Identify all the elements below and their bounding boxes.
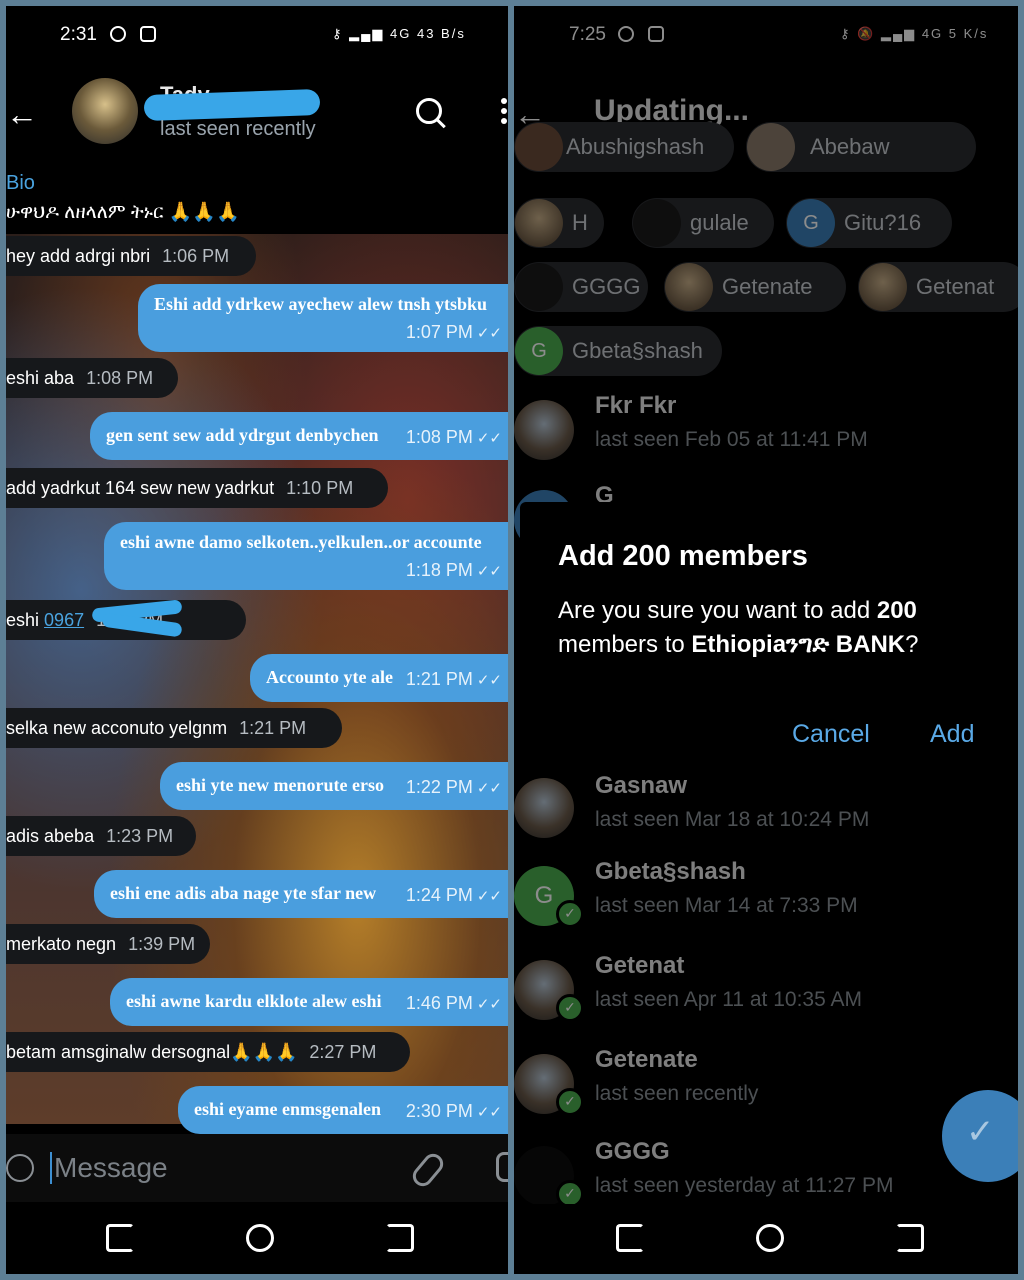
add-button[interactable]: Add	[930, 720, 974, 749]
message-input[interactable]: Message	[54, 1152, 168, 1184]
message-time: 1:22 PM	[405, 777, 473, 797]
message-text: Eshi add ydrkew ayechew alew tnsh ytsbku	[154, 294, 488, 314]
message-text: add yadrkut 164 sew new yadrkut	[6, 478, 275, 498]
home-button[interactable]	[756, 1224, 784, 1252]
back-button[interactable]	[386, 1224, 414, 1252]
message-text: eshi yte new menorute erso	[176, 775, 384, 795]
message-text: eshi awne kardu elklote alew eshi	[126, 991, 382, 1011]
message-bubble-incoming[interactable]: betam amsginalw dersognal🙏🙏🙏 2:27 PM	[6, 1032, 410, 1072]
dialog-text-suffix: ?	[905, 631, 919, 658]
phone-link[interactable]: 0967	[44, 610, 84, 630]
avatar[interactable]	[72, 78, 138, 144]
bio-label: Bio	[6, 172, 35, 194]
message-time: 1:08 PM	[86, 368, 154, 388]
text-cursor	[50, 1152, 52, 1184]
system-nav-bar	[6, 1204, 508, 1274]
double-check-icon: ✓✓	[476, 1103, 502, 1121]
message-text: eshi eyame enmsgenalen	[194, 1099, 381, 1119]
message-text: Accounto yte ale	[266, 667, 393, 687]
double-check-icon: ✓✓	[476, 779, 502, 797]
message-text: betam amsginalw dersognal🙏🙏🙏	[6, 1042, 298, 1062]
status-time: 2:31	[60, 24, 97, 45]
status-bar: 2:31 ⚷ ▂▄▆ 4G 43 B/s	[6, 6, 508, 62]
app-icon	[140, 26, 156, 42]
message-bubble-outgoing[interactable]: eshi eyame enmsgenalen 2:30 PM ✓✓	[178, 1086, 508, 1134]
cancel-button[interactable]: Cancel	[792, 720, 870, 749]
message-bubble-outgoing[interactable]: eshi yte new menorute erso 1:22 PM ✓✓	[160, 762, 508, 810]
message-bubble-outgoing[interactable]: Eshi add ydrkew ayechew alew tnsh ytsbku…	[138, 284, 508, 352]
dialog-count: 200	[876, 597, 917, 624]
message-time: 1:23 PM	[106, 826, 174, 846]
message-bubble-outgoing[interactable]: eshi ene adis aba nage yte sfar new 1:24 …	[94, 870, 508, 918]
checkmark-icon: ✓	[966, 1112, 995, 1152]
redaction-scribble	[143, 88, 321, 122]
message-text: hey add adrgi nbri	[6, 246, 151, 266]
more-options-icon[interactable]	[501, 98, 507, 128]
double-check-icon: ✓✓	[476, 562, 502, 580]
dialog-text-prefix: Are you sure you want to add	[558, 597, 877, 624]
double-check-icon: ✓✓	[476, 429, 502, 447]
message-time: 1:07 PM	[405, 322, 473, 342]
message-bubble-incoming[interactable]: merkato negn 1:39 PM	[6, 924, 210, 964]
message-bubble-incoming[interactable]: selka new acconuto yelgnm 1:21 PM	[6, 708, 342, 748]
key-icon: ⚷	[332, 26, 344, 41]
message-bubble-incoming[interactable]: eshi aba 1:08 PM	[6, 358, 178, 398]
message-time: 1:21 PM	[239, 718, 307, 738]
message-text: eshi awne damo selkoten..yelkulen..or ac…	[120, 532, 482, 552]
message-text: eshi aba	[6, 368, 75, 388]
search-icon[interactable]	[416, 98, 442, 124]
emoji-icon[interactable]	[6, 1154, 34, 1182]
message-bubble-incoming[interactable]: hey add adrgi nbri 1:06 PM	[6, 236, 256, 276]
home-button[interactable]	[246, 1224, 274, 1252]
chat-screen: 2:31 ⚷ ▂▄▆ 4G 43 B/s ← Tady last seen re…	[6, 6, 508, 1274]
dialog-title: Add 200 members	[558, 540, 808, 572]
add-members-screen: 7:25 ⚷ 🔕 ▂▄▆ 4G 5 K/s ← Updating... Abus…	[514, 6, 1018, 1274]
message-time: 1:39 PM	[128, 934, 196, 954]
chat-status: last seen recently	[160, 118, 316, 140]
recent-apps-button[interactable]	[106, 1224, 134, 1252]
add-icon	[110, 26, 126, 42]
confirm-dialog: Add 200 members Are you sure you want to…	[520, 502, 1018, 770]
message-bubble-outgoing[interactable]: gen sent sew add ydrgut denbychen 1:08 PM…	[90, 412, 508, 460]
dialog-group-name: Ethiopiaንግድ BANK	[691, 631, 906, 658]
message-bubble-outgoing[interactable]: eshi awne damo selkoten..yelkulen..or ac…	[104, 522, 508, 590]
double-check-icon: ✓✓	[476, 324, 502, 342]
dialog-text-mid: members to	[558, 631, 692, 658]
message-time: 1:10 PM	[286, 478, 354, 498]
message-text: eshi ene adis aba nage yte sfar new	[110, 883, 377, 903]
message-time: 1:18 PM	[405, 560, 473, 580]
message-time: 1:46 PM	[405, 993, 473, 1013]
message-time: 2:27 PM	[309, 1042, 377, 1062]
system-nav-bar	[514, 1204, 1018, 1274]
message-time: 1:24 PM	[405, 885, 473, 905]
message-text: selka new acconuto yelgnm	[6, 718, 228, 738]
message-time: 2:30 PM	[405, 1101, 473, 1121]
dialog-message: Are you sure you want to add 200 members…	[558, 594, 998, 662]
message-time: 1:06 PM	[162, 246, 230, 266]
message-bubble-outgoing[interactable]: Accounto yte ale 1:21 PM ✓✓	[250, 654, 508, 702]
bio-text: ሁዋህዶ ለዘላለም ትኑር 🙏🙏🙏	[6, 202, 240, 223]
double-check-icon: ✓✓	[476, 995, 502, 1013]
message-time: 1:21 PM	[405, 669, 473, 689]
back-arrow-icon[interactable]: ←	[6, 96, 38, 133]
message-time: 1:08 PM	[405, 427, 473, 447]
message-bubble-outgoing[interactable]: eshi awne kardu elklote alew eshi 1:46 PM…	[110, 978, 508, 1026]
attach-icon[interactable]	[408, 1149, 448, 1191]
message-text: eshi	[6, 610, 40, 630]
message-composer: Message	[6, 1134, 508, 1202]
network-speed: 43 B/s	[416, 26, 466, 41]
message-text: adis abeba	[6, 826, 95, 846]
double-check-icon: ✓✓	[476, 887, 502, 905]
signal-icons: ⚷ ▂▄▆ 4G 43 B/s	[332, 26, 466, 42]
recent-apps-button[interactable]	[616, 1224, 644, 1252]
message-text: gen sent sew add ydrgut denbychen	[106, 425, 379, 445]
message-bubble-incoming[interactable]: adis abeba 1:23 PM	[6, 816, 196, 856]
signal-icon: ▂▄▆	[349, 26, 385, 41]
microphone-icon[interactable]	[496, 1152, 508, 1182]
double-check-icon: ✓✓	[476, 671, 502, 689]
network-type: 4G	[390, 26, 412, 41]
back-button[interactable]	[896, 1224, 924, 1252]
message-bubble-incoming[interactable]: add yadrkut 164 sew new yadrkut 1:10 PM	[6, 468, 388, 508]
message-text: merkato negn	[6, 934, 117, 954]
